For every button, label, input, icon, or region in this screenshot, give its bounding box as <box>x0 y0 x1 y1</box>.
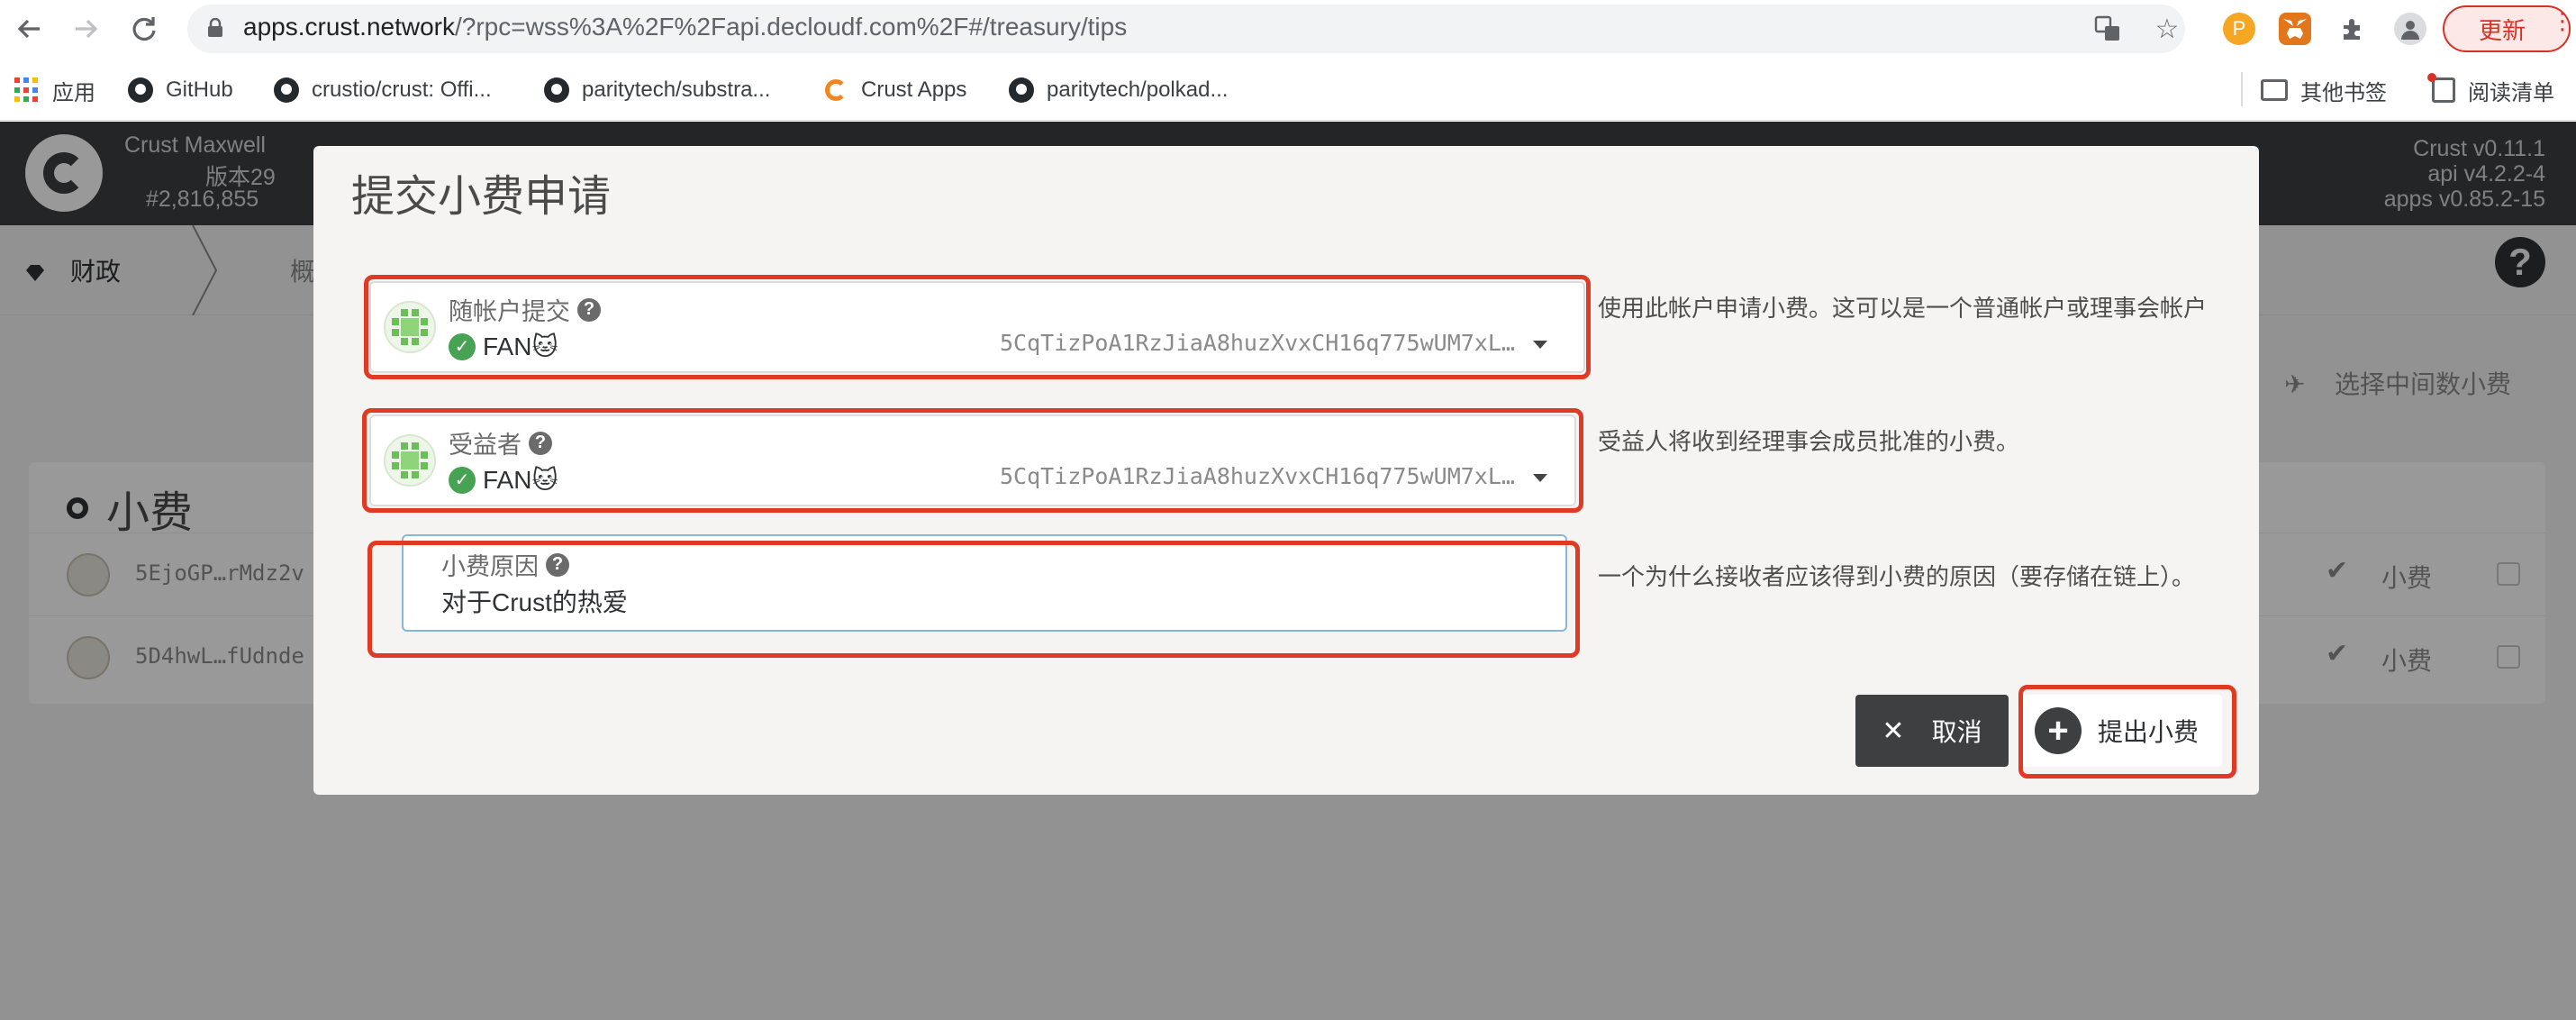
metamask-fox-icon[interactable] <box>2279 13 2311 45</box>
browser-toolbar: apps.crust.network/?rpc=wss%3A%2F%2Fapi.… <box>0 0 2576 58</box>
profile-avatar-icon[interactable] <box>2394 13 2426 45</box>
bookmark-apps[interactable]: 应用 <box>14 74 95 106</box>
highlight-outline <box>364 275 1591 379</box>
bookmark-label: 其他书签 <box>2300 80 2387 105</box>
github-icon <box>544 77 569 103</box>
bookmark-star-icon[interactable]: ☆ <box>2151 13 2183 45</box>
reason-help-text: 一个为什么接收者应该得到小费的原因（要存储在链上）。 <box>1598 563 2196 590</box>
submit-tip-modal: 提交小费申请 随帐户提交 ? ✓ FAN🐱 5CqTizPoA1RzJiaA8h… <box>313 146 2259 795</box>
close-icon: ✕ <box>1882 715 1905 746</box>
extensions-puzzle-icon[interactable] <box>2336 13 2369 45</box>
bookmark-github[interactable]: GitHub <box>128 74 233 106</box>
bookmark-label: 阅读清单 <box>2468 80 2554 105</box>
github-icon <box>274 77 299 103</box>
reading-list-icon <box>2427 73 2455 103</box>
crust-logo-icon <box>825 79 847 101</box>
modal-title: 提交小费申请 <box>351 173 612 221</box>
bookmark-other[interactable]: 其他书签 <box>2261 74 2387 106</box>
github-icon <box>1009 77 1034 103</box>
url-host: apps.crust.network <box>243 13 455 41</box>
update-label: 更新 <box>2479 16 2526 44</box>
bookmark-crust-apps[interactable]: Crust Apps <box>825 74 966 106</box>
url-text[interactable]: apps.crust.network/?rpc=wss%3A%2F%2Fapi.… <box>243 13 1127 41</box>
highlight-outline <box>367 541 1580 658</box>
more-vert-icon: ⋮ <box>2551 7 2574 34</box>
bookmark-label: paritytech/substra... <box>582 77 771 102</box>
cancel-button[interactable]: ✕ 取消 <box>1855 695 2009 767</box>
github-icon <box>128 77 153 103</box>
crust-app: Crust Maxwell 版本29 #2,816,855 Crust v0.1… <box>0 122 2576 1020</box>
polkadot-extension-icon[interactable]: P <box>2223 13 2255 45</box>
bookmark-crustio[interactable]: crustio/crust: Offi... <box>274 74 492 106</box>
bookmark-label: crustio/crust: Offi... <box>312 77 492 102</box>
apps-grid-icon <box>14 77 40 103</box>
back-arrow-icon[interactable] <box>9 9 49 49</box>
button-label: 取消 <box>1931 718 1982 746</box>
lock-icon[interactable] <box>207 17 223 38</box>
bookmark-label: paritytech/polkad... <box>1047 77 1229 102</box>
highlight-outline <box>362 408 1583 513</box>
bookmark-label: Crust Apps <box>861 77 967 102</box>
highlight-outline <box>2018 685 2236 779</box>
forward-arrow-icon[interactable] <box>67 9 106 49</box>
url-path: /?rpc=wss%3A%2F%2Fapi.decloudf.com%2F#/t… <box>455 13 1128 41</box>
bookmark-substrate[interactable]: paritytech/substra... <box>544 74 770 106</box>
bookmarks-bar: 应用 GitHub crustio/crust: Offi... parityt… <box>0 58 2576 121</box>
folder-icon <box>2261 79 2288 101</box>
bookmark-polkadot[interactable]: paritytech/polkad... <box>1009 74 1228 106</box>
translate-icon[interactable] <box>2091 13 2124 45</box>
submitter-help-text: 使用此帐户申请小费。这可以是一个普通帐户或理事会帐户 <box>1598 295 2208 322</box>
beneficiary-help-text: 受益人将收到经理事会成员批准的小费。 <box>1598 428 2020 455</box>
browser-update-button[interactable]: 更新 ⋮ <box>2443 5 2574 52</box>
reload-icon[interactable] <box>124 9 164 49</box>
bookmark-label: GitHub <box>166 77 233 102</box>
bookmark-reading-list[interactable]: 阅读清单 <box>2427 73 2554 106</box>
bookmark-divider <box>2241 72 2243 106</box>
bookmark-label: 应用 <box>52 80 95 105</box>
